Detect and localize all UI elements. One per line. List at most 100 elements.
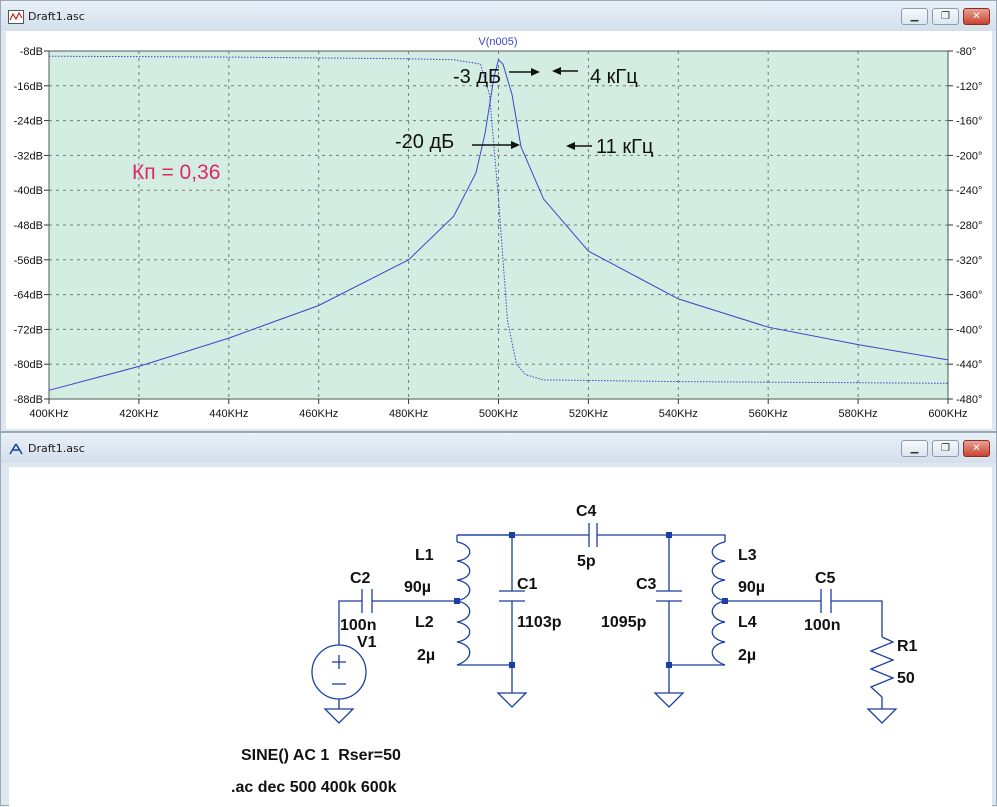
c4-value: 5p xyxy=(577,553,596,570)
restore-icon: ❐ xyxy=(941,11,950,22)
x-tick-label: 520KHz xyxy=(569,408,608,420)
plot-window: Draft1.asc ▁ ❐ ✕ -8dB -16dB -24dB -32dB -40d… xyxy=(0,0,997,432)
y-tick-label: -8dB xyxy=(20,46,43,58)
x-tick-label: 440KHz xyxy=(209,408,248,420)
junction-dot xyxy=(666,532,672,538)
ground-v1 xyxy=(323,708,355,724)
restore-button[interactable]: ❐ xyxy=(932,440,959,457)
junction-dot xyxy=(722,598,728,604)
inductor-l2[interactable] xyxy=(456,600,471,666)
wire-right-tank-bottom[interactable] xyxy=(668,664,725,693)
c4-ref: C4 xyxy=(576,503,597,520)
schematic-window-titlebar[interactable]: Draft1.asc ▁ ❐ ✕ xyxy=(1,433,996,463)
schematic-window: Draft1.asc ▁ ❐ ✕ L1 90µ L2 2µ C1 1103p C… xyxy=(0,432,997,807)
annotation-minus20db: -20 дБ xyxy=(395,131,454,153)
c5-ref: C5 xyxy=(815,570,836,587)
l4-ref: L4 xyxy=(738,614,757,631)
schematic-window-title: Draft1.asc xyxy=(28,442,85,455)
y-tick-label: -24dB xyxy=(14,116,43,128)
l4-value: 2µ xyxy=(738,647,756,664)
y2-tick-label: -320° xyxy=(956,255,982,267)
l1-ref: L1 xyxy=(415,547,434,564)
plot-window-title: Draft1.asc xyxy=(28,10,85,23)
r1-value: 50 xyxy=(897,670,915,687)
schematic-canvas[interactable]: L1 90µ L2 2µ C1 1103p C4 5p C3 1095p L3 … xyxy=(9,467,992,807)
annotation-bw20: 11 кГц xyxy=(596,136,653,158)
y2-tick-label: -120° xyxy=(956,81,982,93)
x-tick-label: 400KHz xyxy=(29,408,68,420)
l3-value: 90µ xyxy=(738,579,765,596)
y2-tick-label: -200° xyxy=(956,150,982,162)
annotation-gain: Кп = 0,36 xyxy=(132,161,220,184)
wire-left-tank-bottom[interactable] xyxy=(457,664,513,693)
x-tick-label: 480KHz xyxy=(389,408,428,420)
c1-value: 1103p xyxy=(517,614,562,631)
source-spec[interactable]: SINE() AC 1 Rser=50 xyxy=(241,747,401,764)
c2-ref: C2 xyxy=(350,570,371,587)
capacitor-c5[interactable] xyxy=(820,589,832,613)
x-axis-labels: 400KHz 420KHz 440KHz 460KHz 480KHz 500KHz 520K… xyxy=(29,408,967,420)
y2-tick-label: -440° xyxy=(956,359,982,371)
y2-tick-label: -480° xyxy=(956,394,982,406)
minimize-button[interactable]: ▁ xyxy=(901,8,928,25)
c5-value: 100n xyxy=(804,617,840,634)
y-tick-label: -48dB xyxy=(14,220,43,232)
l1-value: 90µ xyxy=(404,579,431,596)
x-tick-label: 540KHz xyxy=(659,408,698,420)
x-tick-label: 420KHz xyxy=(119,408,158,420)
spice-directive[interactable]: .ac dec 500 400k 600k xyxy=(231,779,397,796)
source-plus-icon xyxy=(332,655,346,669)
plot-window-titlebar[interactable]: Draft1.asc ▁ ❐ ✕ xyxy=(1,1,996,31)
y-right-axis-labels: -80° -120° -160° -200° -240° -280° -320° -360° -… xyxy=(956,46,982,406)
schematic-icon xyxy=(9,443,23,455)
annotation-minus3db: -3 дБ xyxy=(453,66,501,88)
y2-tick-label: -400° xyxy=(956,324,982,336)
x-tick-label: 560KHz xyxy=(749,408,788,420)
y-tick-label: -72dB xyxy=(14,324,43,336)
c3-ref: C3 xyxy=(636,576,657,593)
voltage-source-v1[interactable] xyxy=(311,644,367,700)
y2-tick-label: -80° xyxy=(956,46,976,58)
y-tick-label: -16dB xyxy=(14,81,43,93)
capacitor-c3[interactable] xyxy=(656,590,682,602)
restore-button[interactable]: ❐ xyxy=(932,8,959,25)
bode-plot[interactable]: -8dB -16dB -24dB -32dB -40dB -48dB -56dB -64dB -… xyxy=(6,31,992,429)
resistor-r1[interactable] xyxy=(869,636,895,698)
close-button[interactable]: ✕ xyxy=(963,8,990,25)
waveform-icon xyxy=(8,10,24,24)
x-tick-label: 500KHz xyxy=(479,408,518,420)
r1-ref: R1 xyxy=(897,638,918,655)
schematic-drawing[interactable]: L1 90µ L2 2µ C1 1103p C4 5p C3 1095p L3 … xyxy=(9,467,992,807)
y-left-axis-labels: -8dB -16dB -24dB -32dB -40dB -48dB -56dB -64dB -… xyxy=(14,46,43,406)
y2-tick-label: -160° xyxy=(956,116,982,128)
x-tick-label: 600KHz xyxy=(928,408,967,420)
capacitor-c2[interactable] xyxy=(361,589,373,613)
close-button[interactable]: ✕ xyxy=(963,440,990,457)
v1-ref: V1 xyxy=(357,634,377,651)
c2-value: 100n xyxy=(340,617,376,634)
x-tick-label: 460KHz xyxy=(299,408,338,420)
minimize-icon: ▁ xyxy=(910,11,919,22)
minimize-icon: ▁ xyxy=(910,443,919,454)
l2-value: 2µ xyxy=(417,647,435,664)
inductor-l3[interactable] xyxy=(711,541,726,602)
junction-dot xyxy=(509,662,515,668)
y-tick-label: -64dB xyxy=(14,290,43,302)
ground-c1 xyxy=(496,692,528,708)
inductor-l4[interactable] xyxy=(711,600,726,666)
minimize-button[interactable]: ▁ xyxy=(901,440,928,457)
junction-dot xyxy=(666,662,672,668)
l3-ref: L3 xyxy=(738,547,757,564)
c3-value: 1095p xyxy=(601,614,647,631)
x-tick-label: 580KHz xyxy=(839,408,878,420)
plot-pane[interactable]: -8dB -16dB -24dB -32dB -40dB -48dB -56dB -64dB -… xyxy=(6,31,992,429)
junction-dot xyxy=(509,532,515,538)
inductor-l1[interactable] xyxy=(456,541,471,602)
capacitor-c4[interactable] xyxy=(588,523,598,547)
y2-tick-label: -240° xyxy=(956,185,982,197)
y-tick-label: -32dB xyxy=(14,150,43,162)
trace-name[interactable]: V(n005) xyxy=(478,36,517,48)
y-tick-label: -56dB xyxy=(14,255,43,267)
y2-tick-label: -280° xyxy=(956,220,982,232)
l2-ref: L2 xyxy=(415,614,434,631)
